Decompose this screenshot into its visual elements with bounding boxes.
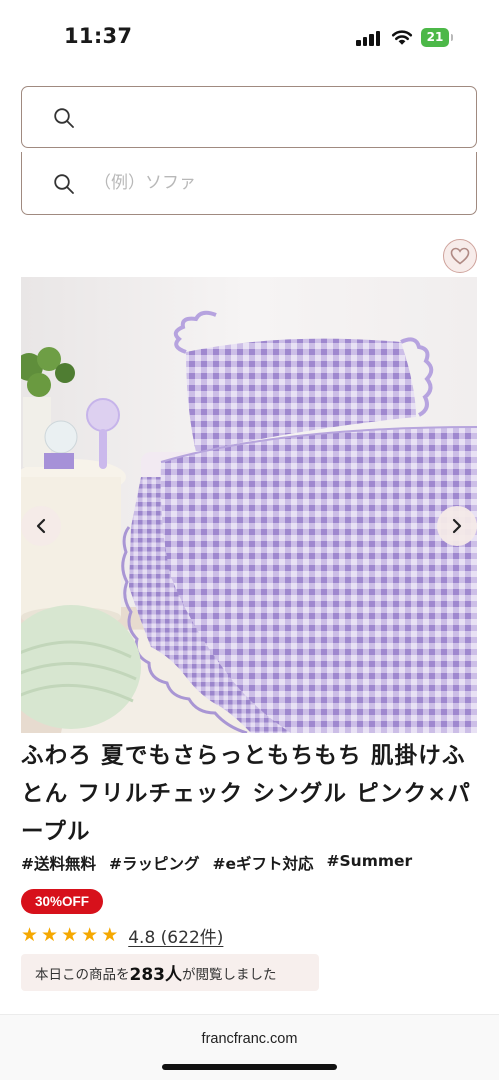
battery-level: 21 (421, 28, 449, 47)
favorite-button[interactable] (443, 239, 477, 273)
star-icon: ★ (41, 924, 59, 946)
star-icon: ★ (81, 924, 99, 946)
url-text[interactable]: francfranc.com (0, 1031, 499, 1047)
search-icon (54, 174, 74, 194)
browser-address-bar[interactable]: francfranc.com (0, 1014, 499, 1080)
tag-link[interactable]: #送料無料 (21, 852, 96, 874)
battery-icon: 21 (421, 28, 453, 47)
rating-stars: ★ ★ ★ ★ ★ (21, 925, 118, 945)
tag-list: #送料無料 #ラッピング #eギフト対応 #Summer (21, 852, 412, 874)
viewer-count-banner: 本日この商品を 283人 が閲覧しました (21, 954, 319, 991)
tag-link[interactable]: #Summer (327, 852, 413, 874)
viewer-suffix: が閲覧しました (182, 966, 277, 983)
star-icon: ★ (101, 924, 119, 946)
search-suggestion-box[interactable] (21, 152, 477, 215)
search-bar[interactable] (21, 86, 477, 148)
search-field-placeholder[interactable] (94, 152, 464, 214)
chevron-left-icon (36, 518, 46, 534)
star-icon: ★ (61, 924, 79, 946)
search-input[interactable] (94, 87, 464, 147)
viewer-prefix: 本日この商品を (35, 966, 130, 983)
home-indicator[interactable] (162, 1064, 337, 1070)
search-icon (54, 108, 74, 128)
star-icon: ★ (21, 924, 39, 946)
review-count-link[interactable]: 4.8 (622件) (128, 923, 223, 948)
product-title: ふわろ 夏でもさらっともちもち 肌掛けふとん フリルチェック シングル ピンク×… (21, 743, 472, 845)
status-time: 11:37 (64, 24, 133, 48)
wifi-icon (391, 30, 413, 45)
tag-link[interactable]: #ラッピング (109, 852, 200, 874)
viewer-count: 283人 (129, 965, 183, 985)
discount-badge: 30%OFF (21, 889, 103, 914)
carousel-prev-button[interactable] (21, 506, 61, 546)
carousel-next-button[interactable] (437, 506, 477, 546)
tag-link[interactable]: #eギフト対応 (213, 852, 314, 874)
rating-row: ★ ★ ★ ★ ★ 4.8 (622件) (21, 923, 223, 948)
chevron-right-icon (452, 518, 462, 534)
status-bar: 11:37 21 (0, 0, 499, 72)
signal-icon (356, 30, 382, 46)
product-image[interactable] (21, 277, 477, 733)
heart-icon (450, 247, 470, 265)
